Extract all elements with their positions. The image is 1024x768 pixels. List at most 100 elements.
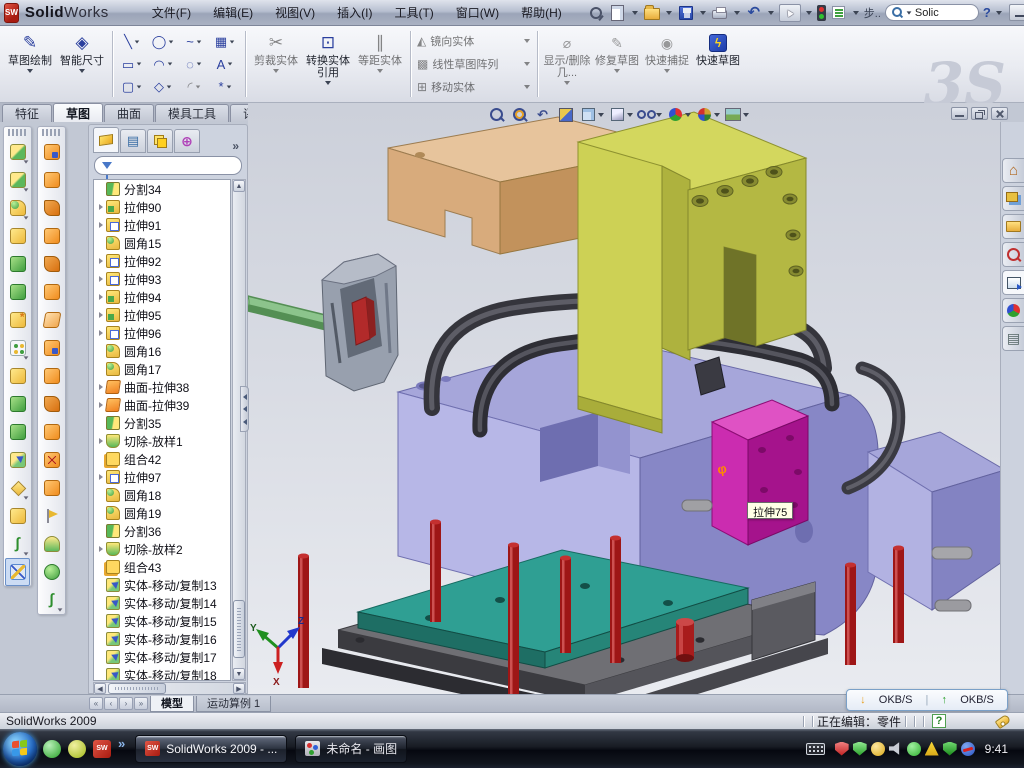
view-orientation-icon[interactable] xyxy=(578,105,605,124)
open-document-button[interactable] xyxy=(644,8,660,20)
boundary-surface-icon[interactable] xyxy=(39,250,64,278)
feature-tree-item[interactable]: 切除-放样1 xyxy=(94,432,230,450)
dropdown-arrow-icon[interactable] xyxy=(614,69,620,73)
tray-volume-icon[interactable] xyxy=(889,742,903,756)
freeform-icon[interactable] xyxy=(39,502,64,530)
menu-view[interactable]: 视图(V) xyxy=(264,1,326,24)
feature-tree-item[interactable]: 分割35 xyxy=(94,414,230,432)
dimxpert-manager-tab[interactable]: ⊕ xyxy=(174,129,200,153)
menu-insert[interactable]: 插入(I) xyxy=(326,1,383,24)
feature-tree-item[interactable]: 实体-移动/复制15 xyxy=(94,612,230,630)
feature-tree-item[interactable]: 实体-移动/复制18 xyxy=(94,666,230,681)
dropdown-arrow-icon[interactable] xyxy=(524,85,530,89)
lofted-surface-icon[interactable] xyxy=(39,222,64,250)
dropdown-arrow-icon[interactable] xyxy=(656,113,662,117)
dropdown-arrow-icon[interactable] xyxy=(197,63,202,66)
feature-tree-item[interactable]: 曲面-拉伸38 xyxy=(94,378,230,396)
replace-face-icon[interactable] xyxy=(39,474,64,502)
toolbar-overflow-item[interactable]: 步.. xyxy=(864,5,881,21)
dropdown-arrow-icon[interactable] xyxy=(853,11,859,15)
extruded-cut-icon[interactable] xyxy=(5,166,30,194)
rectangle-tool-button[interactable]: ▭ xyxy=(117,54,148,75)
tab-features[interactable]: 特征 xyxy=(2,104,52,122)
panel-overflow-chevron[interactable]: » xyxy=(228,139,243,153)
expand-arrow-icon[interactable] xyxy=(96,258,106,264)
move-entities-button[interactable]: ⊞ 移动实体 xyxy=(415,77,533,97)
view-settings-icon[interactable] xyxy=(723,105,750,124)
dropdown-arrow-icon[interactable] xyxy=(137,85,142,88)
feature-tree-item[interactable]: 实体-移动/复制16 xyxy=(94,630,230,648)
display-style-icon[interactable] xyxy=(607,105,634,124)
dropdown-arrow-icon[interactable] xyxy=(24,160,29,163)
dropdown-arrow-icon[interactable] xyxy=(24,188,29,191)
circle-tool-button[interactable]: ◯ xyxy=(148,31,179,52)
section-view-icon[interactable] xyxy=(555,105,576,124)
dropdown-arrow-icon[interactable] xyxy=(907,11,912,14)
expand-arrow-icon[interactable] xyxy=(96,204,106,210)
swept-boss-icon[interactable] xyxy=(5,222,30,250)
move-copy-body-icon[interactable] xyxy=(5,446,30,474)
extend-surface-icon[interactable] xyxy=(39,362,64,390)
ruled-surface-icon[interactable] xyxy=(39,586,64,614)
property-manager-tab[interactable]: ▤ xyxy=(120,129,146,153)
slot-tool-button[interactable]: ▢ xyxy=(117,76,148,97)
feature-tree-item[interactable]: 实体-移动/复制13 xyxy=(94,576,230,594)
extruded-surface-icon[interactable] xyxy=(39,138,64,166)
feature-tree-item[interactable]: 实体-移动/复制17 xyxy=(94,648,230,666)
taskpane-custom-properties-icon[interactable]: ▤ xyxy=(1002,326,1024,351)
feature-tree-item[interactable]: 分割34 xyxy=(94,180,230,198)
hole-wizard-icon[interactable] xyxy=(5,306,30,334)
feature-tree-item[interactable]: 圆角17 xyxy=(94,360,230,378)
trim-entities-button[interactable]: ✂ 剪裁实体 xyxy=(250,28,302,100)
dropdown-arrow-icon[interactable] xyxy=(714,113,720,117)
feature-tree-item[interactable]: 曲面-拉伸39 xyxy=(94,396,230,414)
rib-icon[interactable] xyxy=(5,362,30,390)
hide-show-items-icon[interactable] xyxy=(636,105,663,124)
feature-tree-item[interactable]: 组合42 xyxy=(94,450,230,468)
dropdown-arrow-icon[interactable] xyxy=(377,69,383,73)
dropdown-arrow-icon[interactable] xyxy=(137,63,142,66)
sketch-button[interactable]: ✎ 草图绘制 xyxy=(4,28,56,100)
dropdown-arrow-icon[interactable] xyxy=(806,11,812,15)
dropdown-arrow-icon[interactable] xyxy=(743,113,749,117)
taskpane-design-library-icon[interactable] xyxy=(1002,186,1024,211)
dropdown-arrow-icon[interactable] xyxy=(169,40,174,43)
dropdown-arrow-icon[interactable] xyxy=(24,216,29,219)
dropdown-arrow-icon[interactable] xyxy=(79,69,85,73)
taskpane-resources-icon[interactable]: ⌂ xyxy=(1002,158,1024,183)
tray-certificate-icon[interactable] xyxy=(871,742,885,756)
zoom-fit-icon[interactable] xyxy=(486,105,507,124)
expand-arrow-icon[interactable] xyxy=(96,276,106,282)
dropdown-arrow-icon[interactable] xyxy=(197,40,202,43)
scroll-down-button[interactable]: ▼ xyxy=(233,668,245,680)
new-document-button[interactable] xyxy=(609,4,627,21)
dropdown-arrow-icon[interactable] xyxy=(228,63,233,66)
convert-entities-button[interactable]: ⊡ 转换实体引用 xyxy=(302,28,354,100)
feature-tree-item[interactable]: 拉伸95 xyxy=(94,306,230,324)
dropdown-arrow-icon[interactable] xyxy=(627,113,633,117)
feature-tree-item[interactable]: 拉伸94 xyxy=(94,288,230,306)
search-box[interactable]: Solic xyxy=(885,4,979,21)
tray-network-blocked-icon[interactable] xyxy=(961,742,975,756)
taskbar-clock[interactable]: 9:41 xyxy=(985,742,1008,756)
network-speed-widget[interactable]: ↓ OKB/S | ↑ OKB/S xyxy=(846,689,1008,711)
start-button[interactable] xyxy=(3,732,37,766)
doc-restore-button[interactable] xyxy=(971,107,988,120)
offset-surface-icon[interactable] xyxy=(39,278,64,306)
previous-view-icon[interactable]: ↶ xyxy=(532,105,553,124)
taskpane-view-palette-icon[interactable] xyxy=(1002,270,1024,295)
taskpane-search-icon[interactable] xyxy=(1002,242,1024,267)
polygon-tool-button[interactable]: ◇ xyxy=(148,76,179,97)
menu-edit[interactable]: 编辑(E) xyxy=(202,1,264,24)
toolbar-drag-handle[interactable] xyxy=(42,129,61,136)
dropdown-arrow-icon[interactable] xyxy=(768,11,774,15)
dropdown-arrow-icon[interactable] xyxy=(632,11,638,15)
feature-tree-item[interactable]: 圆角16 xyxy=(94,342,230,360)
lofted-boss-icon[interactable] xyxy=(5,250,30,278)
display-delete-relations-button[interactable]: ⌀ 显示/删除几... xyxy=(542,28,592,100)
tab-model[interactable]: 模型 xyxy=(150,696,194,712)
rapid-sketch-button[interactable]: ϟ 快速草图 xyxy=(692,28,744,100)
quick-launch-chevron[interactable]: » xyxy=(118,736,125,751)
rebuild-button[interactable] xyxy=(817,5,826,21)
dropdown-arrow-icon[interactable] xyxy=(27,69,33,73)
